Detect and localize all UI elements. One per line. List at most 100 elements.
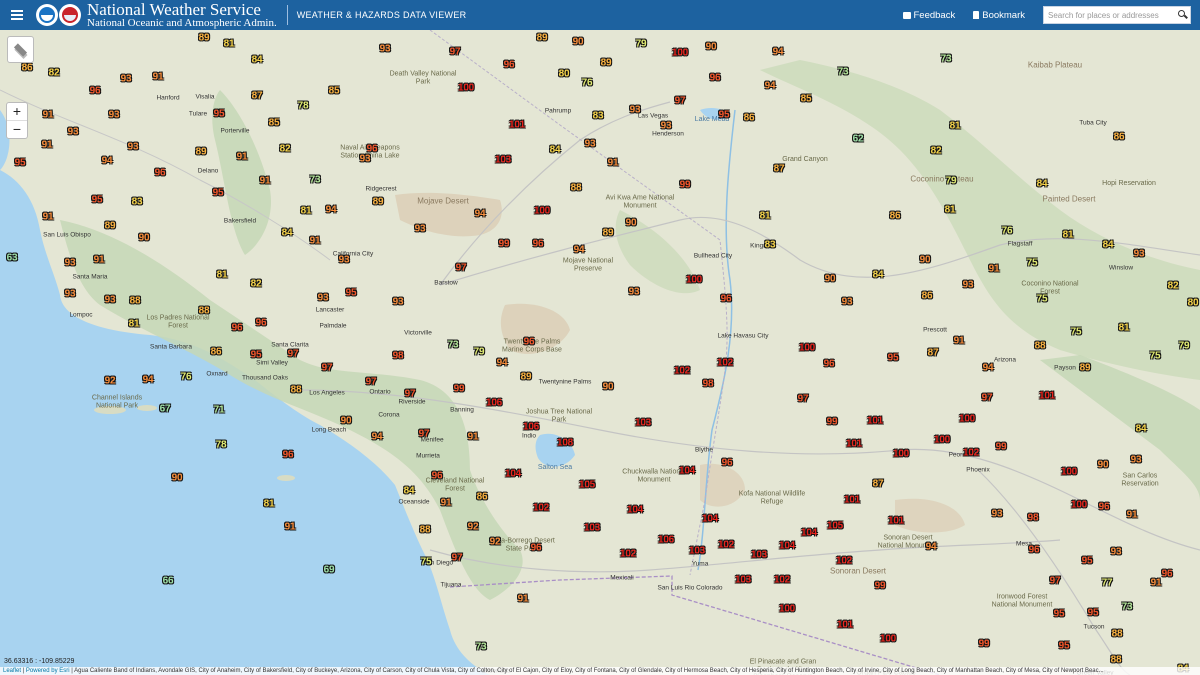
temperature-label[interactable]: 75 <box>1037 294 1048 305</box>
temperature-label[interactable]: 96 <box>533 239 544 250</box>
temperature-label[interactable]: 104 <box>505 469 521 480</box>
temperature-label[interactable]: 79 <box>1179 341 1190 352</box>
temperature-label[interactable]: 101 <box>509 120 525 131</box>
temperature-label[interactable]: 102 <box>533 503 549 514</box>
feedback-button[interactable]: Feedback <box>902 10 955 21</box>
temperature-label[interactable]: 73 <box>448 340 459 351</box>
temperature-label[interactable]: 93 <box>65 258 76 269</box>
temperature-label[interactable]: 84 <box>1136 424 1147 435</box>
temperature-label[interactable]: 99 <box>680 180 691 191</box>
temperature-label[interactable]: 90 <box>825 274 836 285</box>
temperature-label[interactable]: 104 <box>627 505 643 516</box>
temperature-label[interactable]: 93 <box>318 293 329 304</box>
temperature-label[interactable]: 73 <box>310 175 321 186</box>
temperature-label[interactable]: 93 <box>121 74 132 85</box>
temperature-label[interactable]: 93 <box>128 142 139 153</box>
temperature-label[interactable]: 99 <box>996 442 1007 453</box>
temperature-label[interactable]: 100 <box>959 414 975 425</box>
temperature-label[interactable]: 89 <box>521 372 532 383</box>
temperature-label[interactable]: 80 <box>1188 298 1199 309</box>
temperature-label[interactable]: 84 <box>282 228 293 239</box>
temperature-label[interactable]: 84 <box>1103 240 1114 251</box>
temperature-label[interactable]: 98 <box>1028 513 1039 524</box>
temperature-label[interactable]: 97 <box>1050 576 1061 587</box>
temperature-label[interactable]: 93 <box>1134 249 1145 260</box>
temperature-label[interactable]: 75 <box>1027 258 1038 269</box>
temperature-label[interactable]: 93 <box>630 105 641 116</box>
temperature-label[interactable]: 91 <box>518 594 529 605</box>
temperature-label[interactable]: 101 <box>888 516 904 527</box>
temperature-label[interactable]: 86 <box>890 211 901 222</box>
temperature-label[interactable]: 102 <box>963 448 979 459</box>
temperature-label[interactable]: 90 <box>341 416 352 427</box>
temperature-label[interactable]: 89 <box>196 147 207 158</box>
temperature-label[interactable]: 86 <box>922 291 933 302</box>
temperature-label[interactable]: 91 <box>1127 510 1138 521</box>
temperature-label[interactable]: 100 <box>799 343 815 354</box>
temperature-label[interactable]: 89 <box>603 228 614 239</box>
temperature-label[interactable]: 93 <box>105 295 116 306</box>
temperature-label[interactable]: 103 <box>495 155 511 166</box>
temperature-label[interactable]: 95 <box>214 109 225 120</box>
temperature-label[interactable]: 89 <box>601 58 612 69</box>
temperature-label[interactable]: 88 <box>1035 341 1046 352</box>
temperature-label[interactable]: 95 <box>92 195 103 206</box>
temperature-label[interactable]: 101 <box>837 620 853 631</box>
temperature-label[interactable]: 101 <box>1039 391 1055 402</box>
temperature-label[interactable]: 100 <box>893 449 909 460</box>
temperature-label[interactable]: 95 <box>1088 608 1099 619</box>
temperature-label[interactable]: 97 <box>675 96 686 107</box>
temperature-label[interactable]: 82 <box>49 68 60 79</box>
temperature-label[interactable]: 85 <box>269 118 280 129</box>
layers-button[interactable] <box>7 36 34 63</box>
temperature-label[interactable]: 106 <box>523 422 539 433</box>
temperature-label[interactable]: 91 <box>1151 578 1162 589</box>
temperature-label[interactable]: 90 <box>706 42 717 53</box>
temperature-label[interactable]: 91 <box>468 432 479 443</box>
temperature-label[interactable]: 101 <box>846 439 862 450</box>
temperature-label[interactable]: 81 <box>264 499 275 510</box>
temperature-label[interactable]: 97 <box>456 263 467 274</box>
temperature-label[interactable]: 102 <box>620 549 636 560</box>
temperature-label[interactable]: 96 <box>1029 545 1040 556</box>
temperature-label[interactable]: 96 <box>524 337 535 348</box>
temperature-label[interactable]: 86 <box>22 63 33 74</box>
search-input[interactable] <box>1044 10 1177 20</box>
temperature-label[interactable]: 81 <box>945 205 956 216</box>
temperature-label[interactable]: 94 <box>326 205 337 216</box>
temperature-label[interactable]: 88 <box>1111 655 1122 666</box>
temperature-label[interactable]: 100 <box>534 206 550 217</box>
temperature-label[interactable]: 100 <box>934 435 950 446</box>
temperature-label[interactable]: 96 <box>432 471 443 482</box>
zoom-in-button[interactable]: + <box>7 103 27 120</box>
temperature-label[interactable]: 96 <box>504 60 515 71</box>
temperature-label[interactable]: 91 <box>42 140 53 151</box>
temperature-label[interactable]: 104 <box>779 541 795 552</box>
temperature-label[interactable]: 83 <box>593 111 604 122</box>
temperature-label[interactable]: 93 <box>68 127 79 138</box>
temperature-label[interactable]: 89 <box>105 221 116 232</box>
temperature-label[interactable]: 67 <box>160 404 171 415</box>
temperature-label[interactable]: 96 <box>90 86 101 97</box>
bookmark-button[interactable]: Bookmark <box>973 10 1025 21</box>
temperature-label[interactable]: 95 <box>1059 641 1070 652</box>
temperature-label[interactable]: 93 <box>842 297 853 308</box>
temperature-label[interactable]: 100 <box>686 275 702 286</box>
temperature-label[interactable]: 63 <box>7 253 18 264</box>
temperature-label[interactable]: 91 <box>954 336 965 347</box>
temperature-label[interactable]: 90 <box>1098 460 1109 471</box>
temperature-label[interactable]: 86 <box>211 347 222 358</box>
temperature-label[interactable]: 94 <box>773 47 784 58</box>
temperature-label[interactable]: 99 <box>454 384 465 395</box>
temperature-label[interactable]: 96 <box>283 450 294 461</box>
temperature-label[interactable]: 90 <box>603 382 614 393</box>
temperature-label[interactable]: 106 <box>486 398 502 409</box>
temperature-label[interactable]: 96 <box>1162 569 1173 580</box>
temperature-label[interactable]: 100 <box>880 634 896 645</box>
temperature-label[interactable]: 90 <box>139 233 150 244</box>
temperature-label[interactable]: 108 <box>557 438 573 449</box>
temperature-label[interactable]: 103 <box>635 418 651 429</box>
temperature-label[interactable]: 77 <box>1102 578 1113 589</box>
temperature-label[interactable]: 100 <box>458 83 474 94</box>
temperature-label[interactable]: 75 <box>1071 327 1082 338</box>
